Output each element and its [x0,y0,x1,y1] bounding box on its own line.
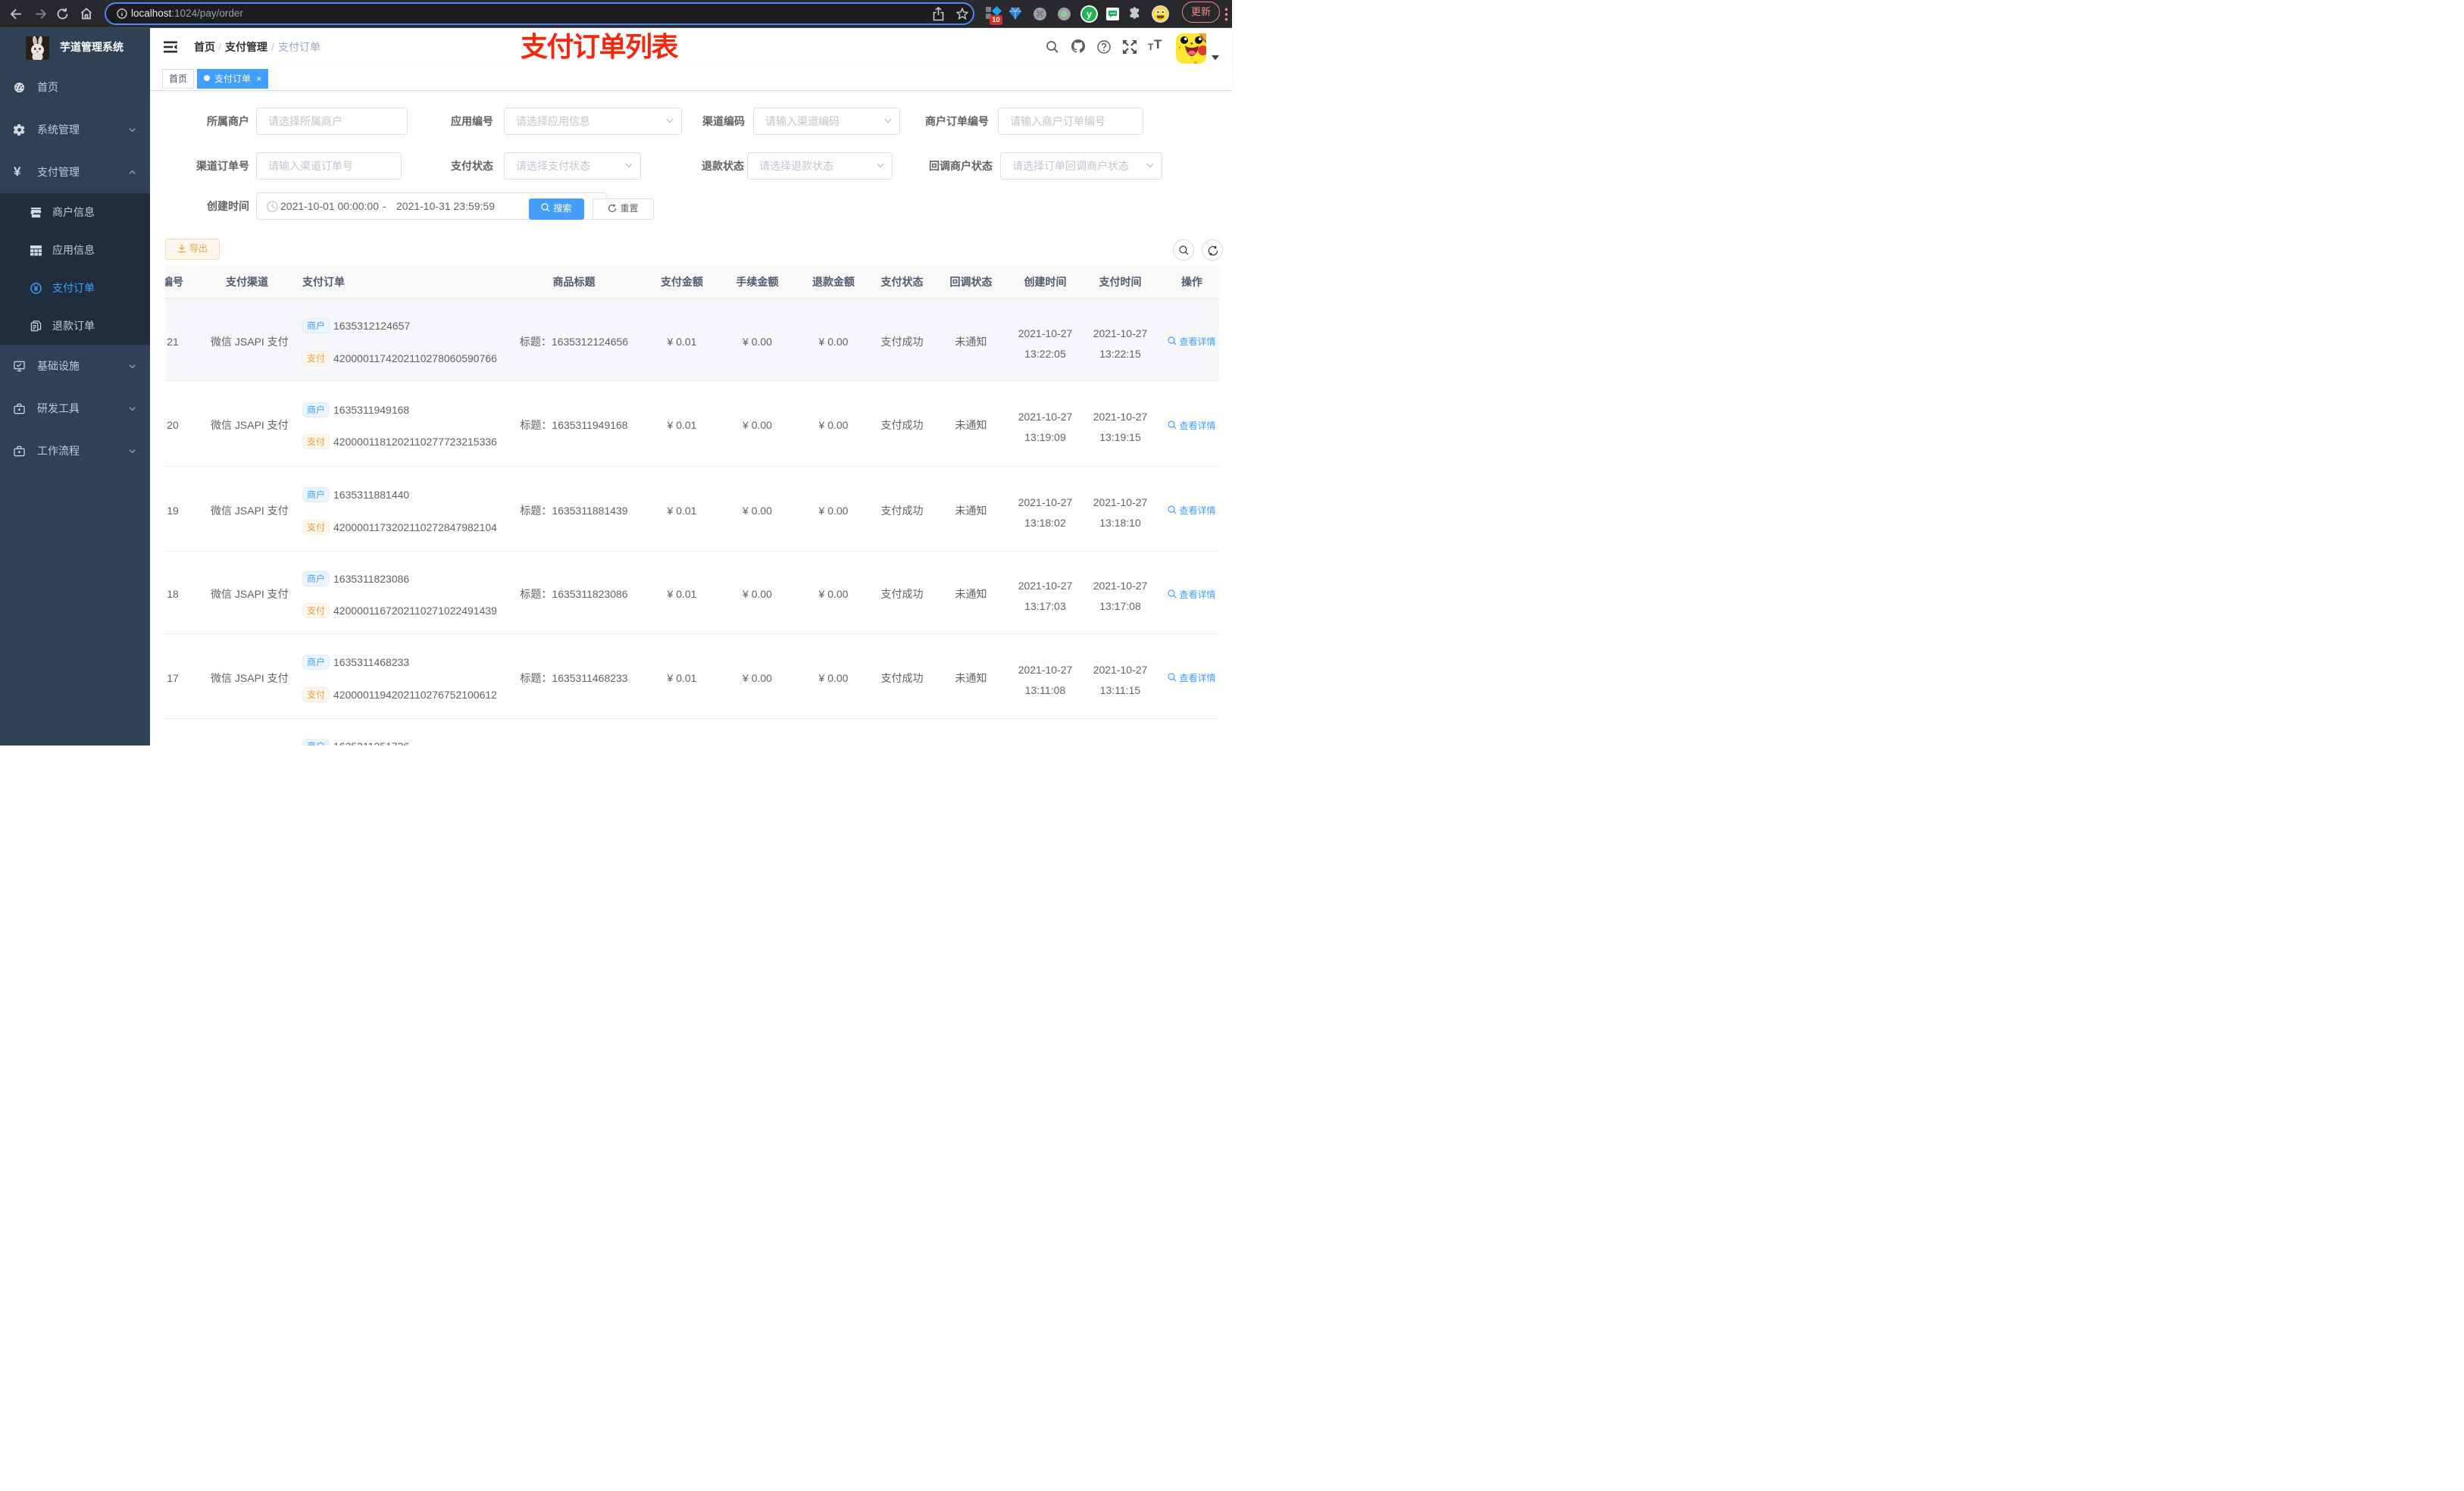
svg-text:y: y [1087,8,1093,20]
svg-text:⌘: ⌘ [1037,10,1044,19]
